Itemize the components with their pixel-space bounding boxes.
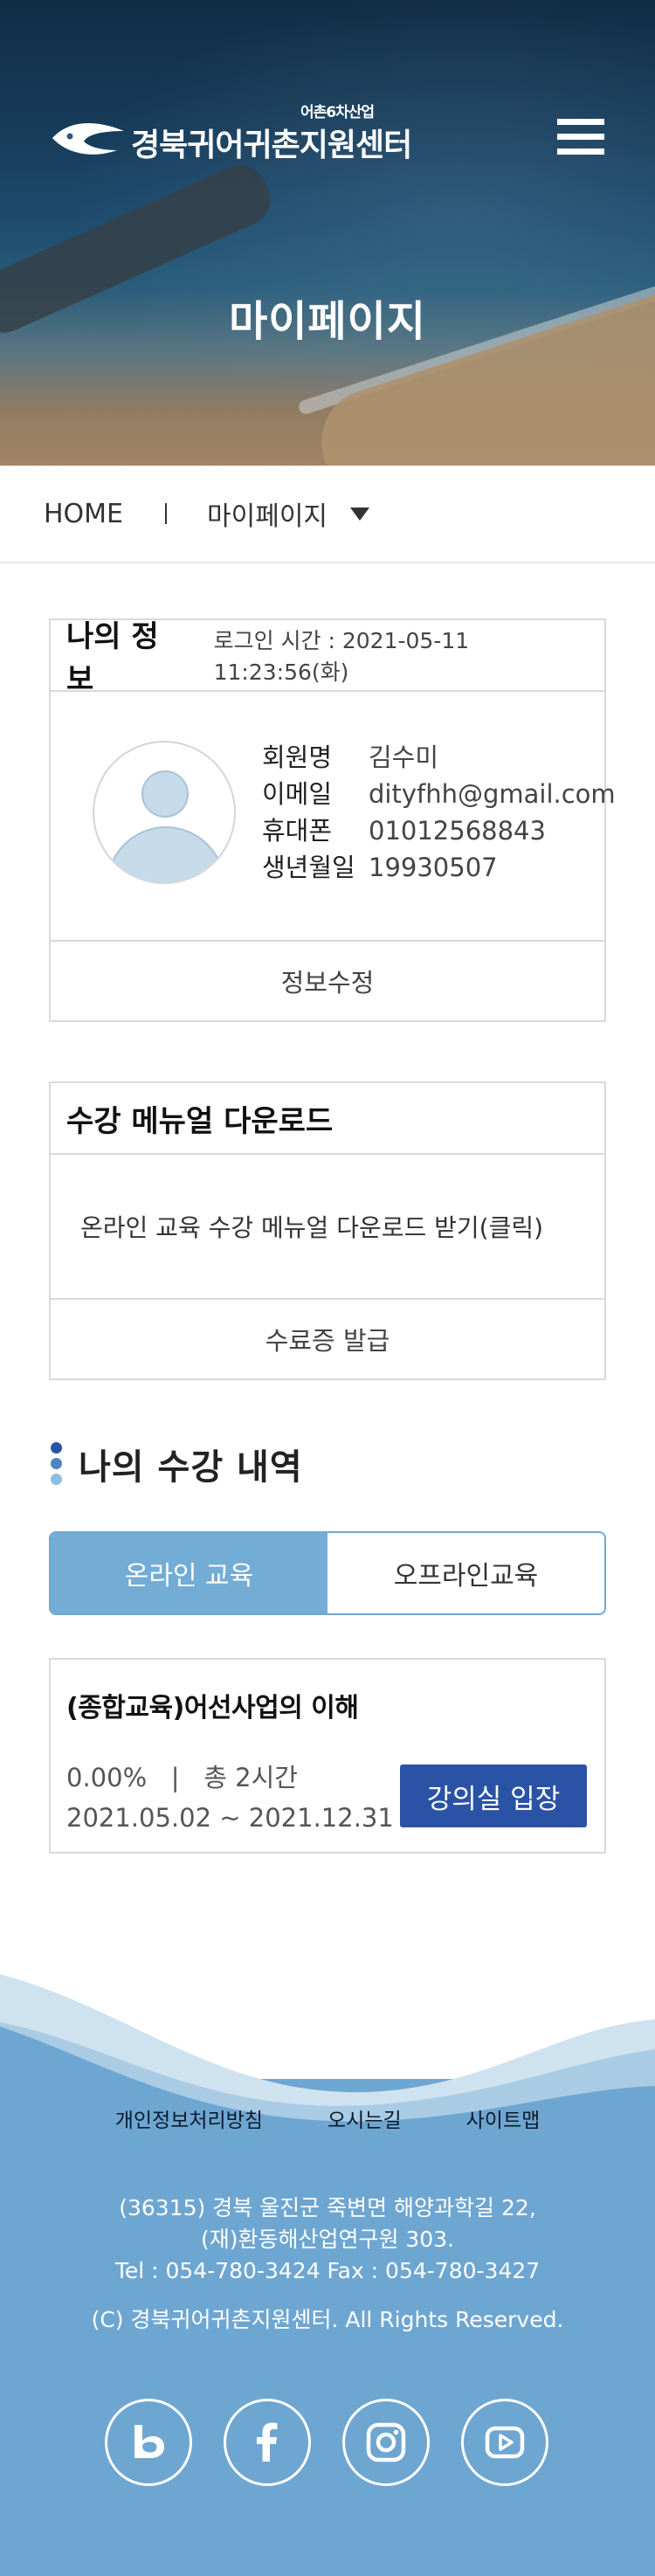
my-info-header: 나의 정보 로그인 시간 : 2021-05-11 11:23:56(화) [51, 619, 604, 697]
footer-copyright: (C) 경북귀어귀촌지원센터. All Rights Reserved. [91, 2307, 564, 2332]
logo-tagline: 어촌6차산업 [300, 104, 375, 121]
caret-down-icon[interactable] [350, 507, 370, 521]
my-info-box: 나의 정보 로그인 시간 : 2021-05-11 11:23:56(화) 회원… [49, 618, 616, 1022]
manual-download-link[interactable]: 온라인 교육 수강 메뉴얼 다운로드 받기(클릭) [51, 1155, 604, 1300]
manual-title: 수강 메뉴얼 다운로드 [66, 1103, 334, 1139]
field-row-email: 이메일 dityfhh@gmail.com [262, 776, 616, 812]
site-logo[interactable]: 경북귀어귀촌지원센터 어촌6차산업 [49, 104, 412, 166]
profile-section: 회원명 김수미 이메일 dityfhh@gmail.com 휴대폰 010125… [51, 692, 616, 942]
hero-banner: 경북귀어귀촌지원센터 어촌6차산업 마이페이지 [0, 0, 655, 466]
course-name: (종합교육)어선사업의 이해 [66, 1693, 359, 1723]
footer-link-sitemap[interactable]: 사이트맵 [466, 2103, 541, 2133]
manual-header: 수강 메뉴얼 다운로드 [51, 1083, 604, 1155]
field-row-name: 회원명 김수미 [262, 739, 616, 776]
social-links [105, 2399, 548, 2486]
logo-fish-icon [49, 112, 128, 159]
field-row-phone: 휴대폰 01012568843 [262, 812, 616, 849]
field-value: 01012568843 [369, 816, 546, 846]
field-label: 이메일 [262, 779, 333, 809]
my-info-title: 나의 정보 [66, 619, 159, 697]
login-time: 로그인 시간 : 2021-05-11 11:23:56(화) [213, 628, 470, 685]
footer-address: (36315) 경북 울진군 죽변면 해양과학길 22, (재)환동해산업연구원… [114, 2195, 541, 2283]
field-value: 19930507 [369, 853, 498, 882]
field-label: 생년월일 [262, 853, 355, 882]
course-meta: 0.00% | 총 2시간 2021.05.02 ~ 2021.12.31 [66, 1758, 394, 1838]
facebook-icon[interactable] [224, 2399, 311, 2486]
avatar [93, 741, 236, 884]
footer-link-directions[interactable]: 오시는길 [328, 2103, 402, 2133]
title-dots-icon [51, 1442, 63, 1486]
footer-links: 개인정보처리방침 오시는길 사이트맵 [0, 2103, 655, 2133]
manual-box: 수강 메뉴얼 다운로드 온라인 교육 수강 메뉴얼 다운로드 받기(클릭) 수료… [49, 1081, 606, 1380]
course-total-hours: 총 2시간 [203, 1763, 298, 1792]
field-value: 김수미 [369, 742, 439, 772]
field-label: 회원명 [262, 742, 333, 772]
breadcrumb: HOME 마이페이지 [0, 466, 655, 563]
profile-fields: 회원명 김수미 이메일 dityfhh@gmail.com 휴대폰 010125… [262, 739, 616, 886]
course-period: 2021.05.02 ~ 2021.12.31 [66, 1803, 394, 1833]
breadcrumb-divider [165, 503, 168, 524]
certificate-button[interactable]: 수료증 발급 [51, 1300, 604, 1378]
blog-icon[interactable] [105, 2399, 192, 2486]
instagram-icon[interactable] [342, 2399, 430, 2486]
history-title: 나의 수강 내역 [79, 1447, 303, 1488]
breadcrumb-current[interactable]: 마이페이지 [207, 494, 328, 533]
tab-online[interactable]: 온라인 교육 [51, 1533, 328, 1613]
meta-divider: | [155, 1763, 196, 1792]
hamburger-menu-icon[interactable] [557, 119, 608, 159]
enter-classroom-button[interactable]: 강의실 입장 [400, 1765, 587, 1827]
footer-link-privacy[interactable]: 개인정보처리방침 [115, 2103, 263, 2133]
page-title: 마이페이지 [229, 297, 426, 346]
history-section-title: 나의 수강 내역 [51, 1439, 303, 1489]
logo-text: 경북귀어귀촌지원센터 [131, 128, 412, 163]
footer: 개인정보처리방침 오시는길 사이트맵 (36315) 경북 울진군 죽변면 해양… [0, 1974, 655, 2576]
tab-offline[interactable]: 오프라인교육 [328, 1533, 604, 1613]
education-tabs: 온라인 교육 오프라인교육 [49, 1531, 606, 1615]
youtube-icon[interactable] [461, 2399, 548, 2486]
field-label: 휴대폰 [262, 816, 333, 846]
course-card: (종합교육)어선사업의 이해 0.00% | 총 2시간 2021.05.02 … [49, 1658, 606, 1854]
field-row-birthdate: 생년월일 19930507 [262, 849, 616, 886]
edit-info-button[interactable]: 정보수정 [51, 942, 604, 1020]
course-progress: 0.00% [66, 1763, 148, 1792]
field-value: dityfhh@gmail.com [369, 779, 616, 809]
breadcrumb-home[interactable]: HOME [44, 499, 123, 529]
